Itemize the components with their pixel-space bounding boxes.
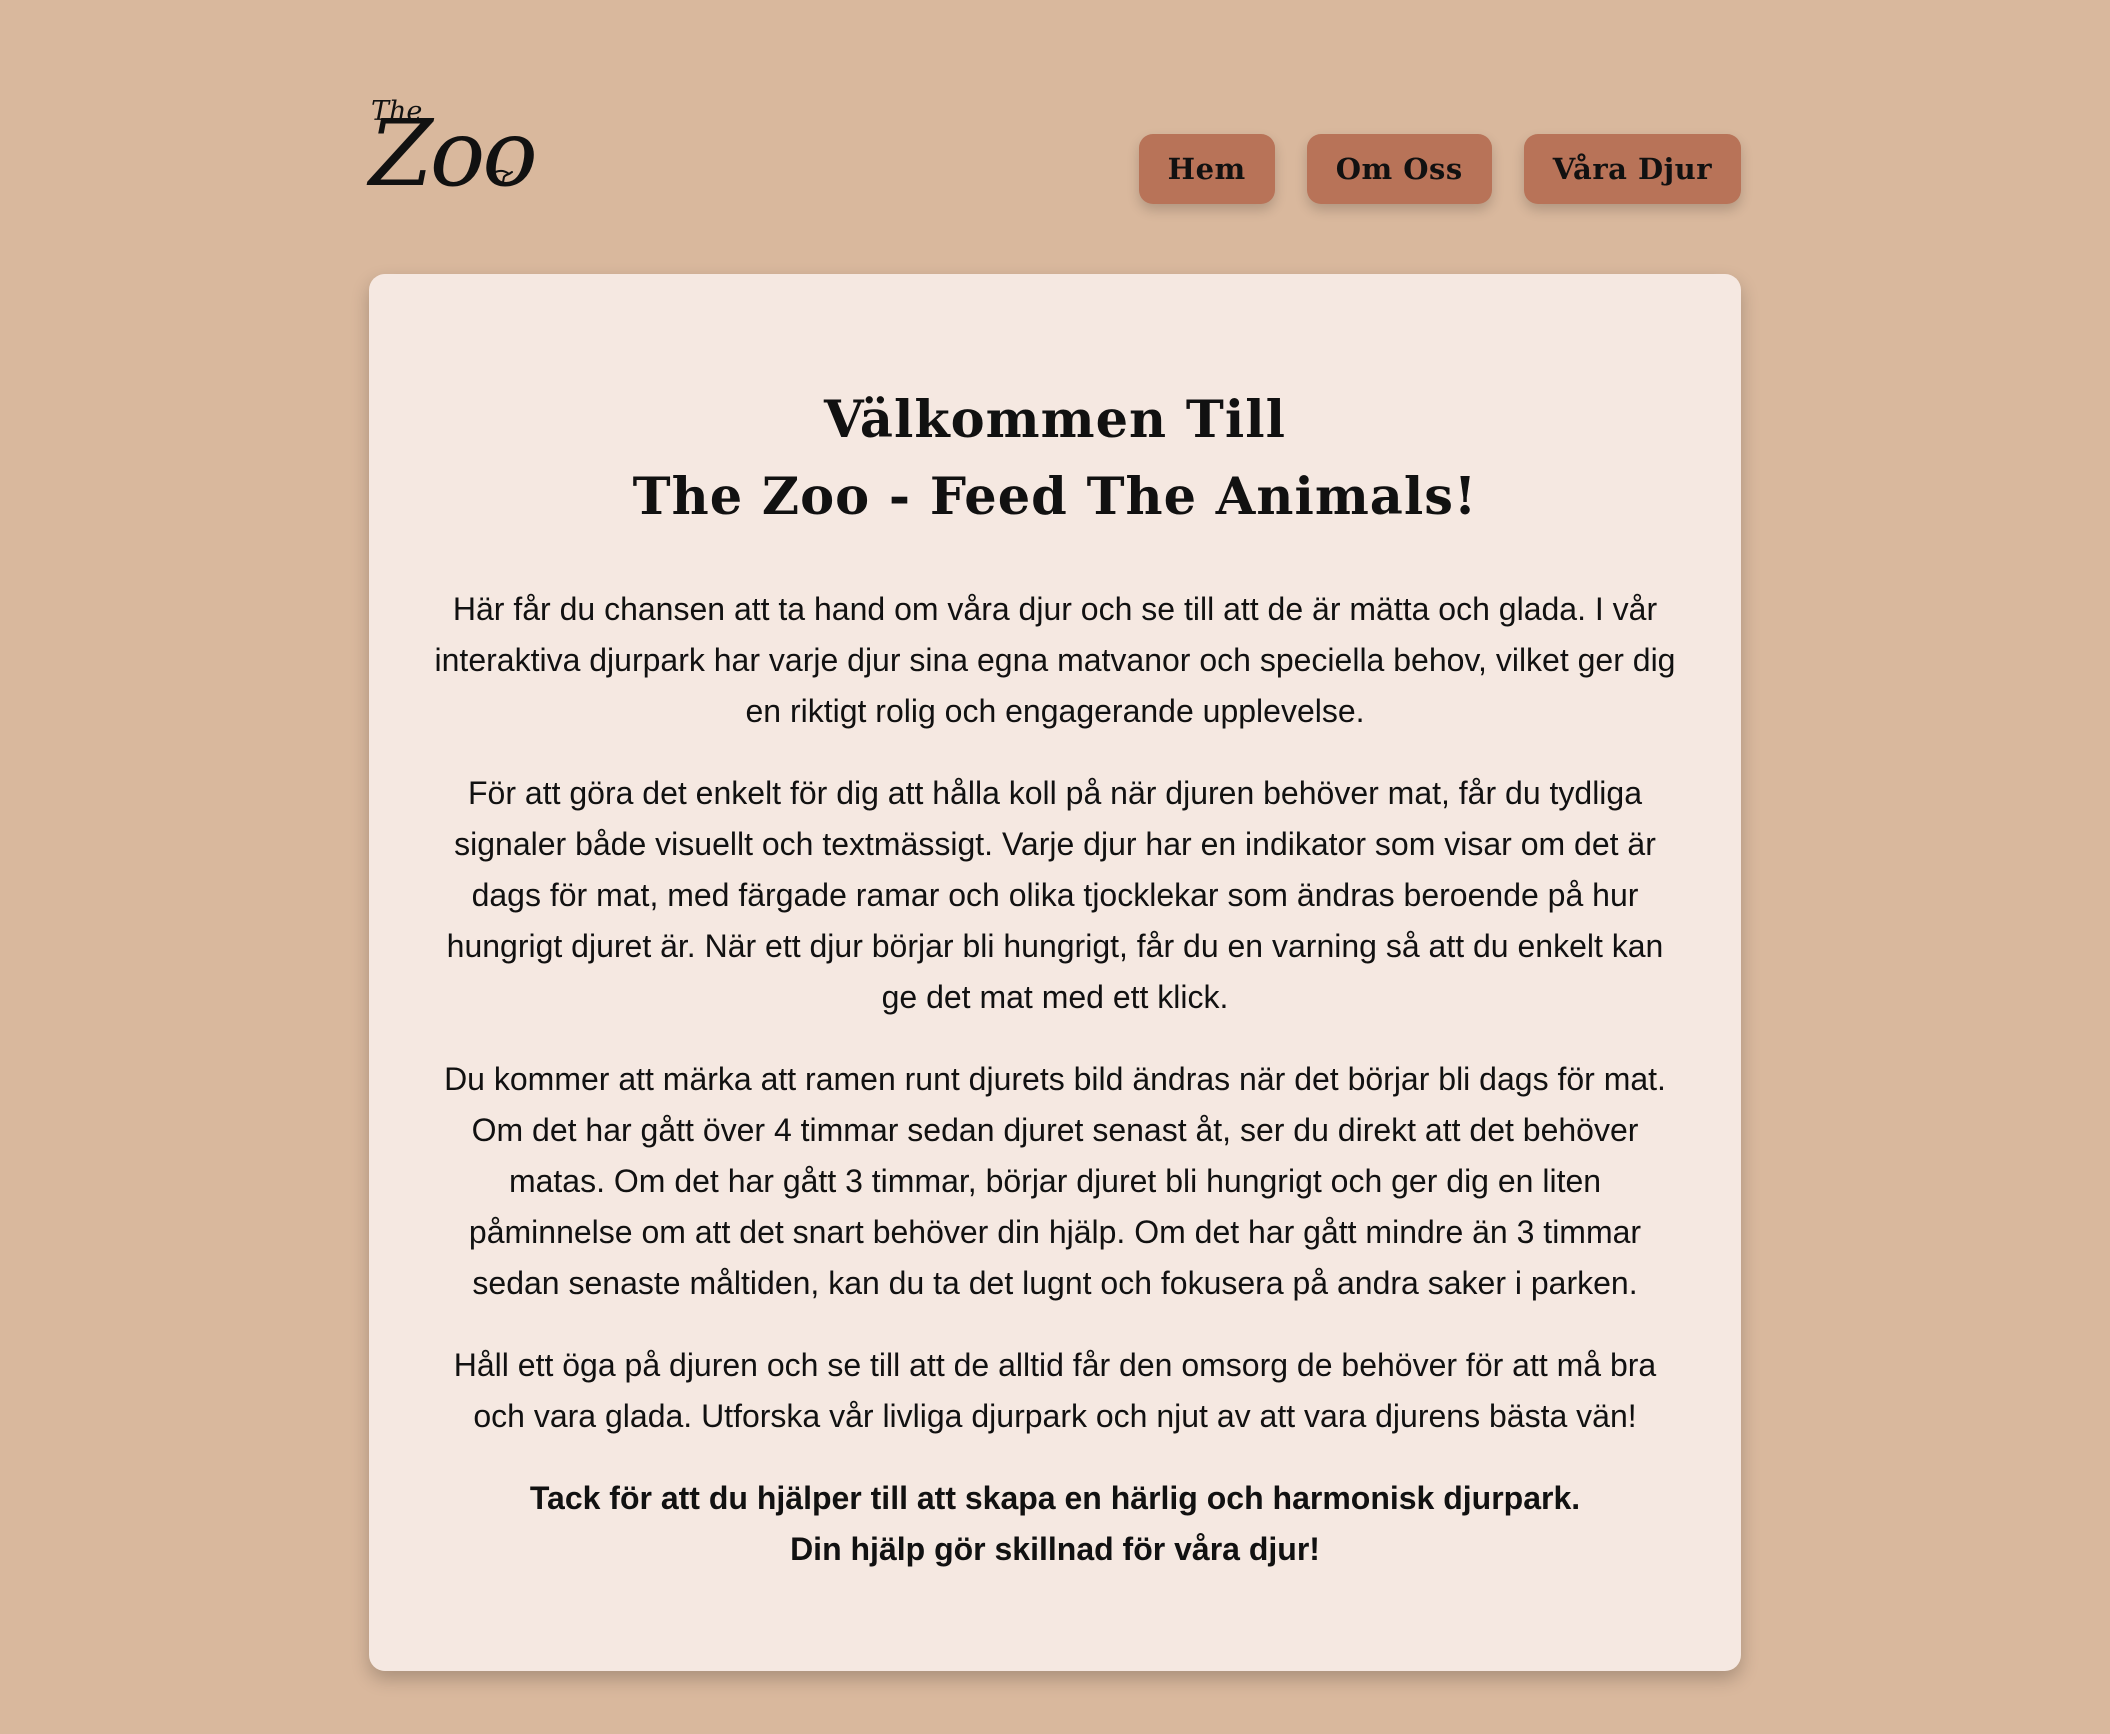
indicator-paragraph: För att göra det enkelt för dig att håll… (446, 775, 1664, 1015)
page-title-line1: Välkommen Till (824, 390, 1286, 450)
thanks-line1: Tack för att du hjälper till att skapa e… (529, 1480, 1581, 1516)
feeding-times-paragraph: Du kommer att märka att ramen runt djure… (444, 1061, 1666, 1301)
nav-animals-button[interactable]: Våra Djur (1523, 134, 1741, 204)
nav-home-button[interactable]: Hem (1138, 134, 1275, 204)
thanks-line2: Din hjälp gör skillnad för våra djur! (790, 1531, 1320, 1567)
thanks-message: Tack för att du hjälper till att skapa e… (425, 1473, 1685, 1575)
main-nav: Hem Om Oss Våra Djur (1138, 134, 1741, 204)
animal-icon (489, 169, 513, 183)
logo[interactable]: The Zoo (369, 94, 538, 214)
logo-zoo-text: Zoo (369, 100, 538, 207)
intro-paragraph: Här får du chansen att ta hand om våra d… (434, 591, 1676, 729)
welcome-card: Välkommen Till The Zoo - Feed The Animal… (369, 274, 1741, 1671)
nav-about-button[interactable]: Om Oss (1306, 134, 1492, 204)
page-title-line2: The Zoo - Feed The Animals! (632, 467, 1478, 527)
care-paragraph: Håll ett öga på djuren och se till att d… (453, 1347, 1657, 1434)
page-title: Välkommen Till The Zoo - Feed The Animal… (425, 382, 1685, 536)
site-header: The Zoo Hem Om Oss Våra Djur (369, 94, 1741, 214)
